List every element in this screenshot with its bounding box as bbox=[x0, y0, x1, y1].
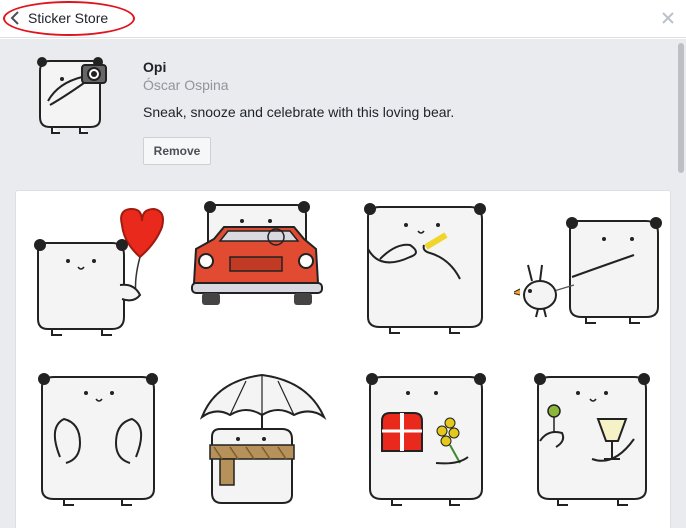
sticker-bear-walking-bird[interactable] bbox=[510, 199, 664, 339]
header-bar: Sticker Store bbox=[0, 0, 686, 38]
sticker-bear-gift-flowers[interactable] bbox=[350, 367, 500, 507]
store-body: Opi Óscar Ospina Sneak, snooze and celeb… bbox=[0, 39, 686, 528]
pack-thumbnail bbox=[37, 57, 107, 134]
sticker-grid bbox=[15, 190, 671, 528]
sticker-bear-umbrella[interactable] bbox=[186, 367, 336, 507]
sticker-bear-heart-balloon[interactable] bbox=[22, 199, 172, 339]
sticker-bear-cocktail[interactable] bbox=[514, 367, 664, 507]
sticker-store-window: Sticker Store Opi Óscar Ospina Sneak, sn… bbox=[0, 0, 686, 528]
pack-author: Óscar Ospina bbox=[143, 77, 229, 93]
pack-title: Opi bbox=[143, 59, 167, 75]
sticker-bear-hands-up[interactable] bbox=[22, 367, 172, 507]
scrollbar-thumb[interactable] bbox=[678, 43, 684, 173]
back-button-label: Sticker Store bbox=[28, 10, 109, 26]
vertical-scrollbar[interactable] bbox=[676, 39, 686, 528]
sticker-bear-pencil[interactable] bbox=[350, 199, 500, 339]
sticker-bear-red-car[interactable] bbox=[186, 199, 336, 339]
close-icon[interactable] bbox=[662, 11, 674, 24]
chevron-left-icon bbox=[10, 11, 19, 25]
pack-description: Sneak, snooze and celebrate with this lo… bbox=[143, 104, 455, 120]
back-button[interactable]: Sticker Store bbox=[10, 8, 108, 28]
remove-button[interactable]: Remove bbox=[143, 137, 211, 165]
